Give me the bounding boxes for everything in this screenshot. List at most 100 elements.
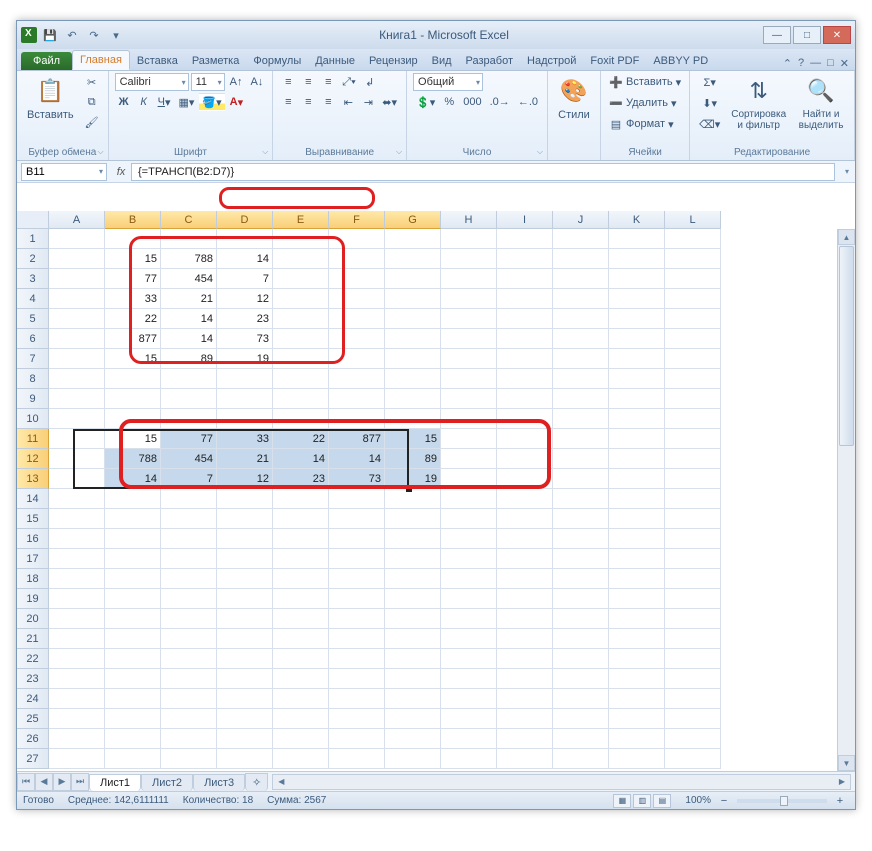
row-header-16[interactable]: 16 — [17, 529, 49, 549]
sort-filter-button[interactable]: ⇅ Сортировка и фильтр — [727, 73, 790, 133]
sheet-nav-first[interactable]: ⏮ — [17, 773, 35, 791]
percent-button[interactable]: % — [440, 93, 458, 111]
cell-F27[interactable] — [329, 749, 385, 769]
cell-A25[interactable] — [49, 709, 105, 729]
cell-C11[interactable]: 77 — [161, 429, 217, 449]
cell-J11[interactable] — [553, 429, 609, 449]
cell-E1[interactable] — [273, 229, 329, 249]
cell-B1[interactable] — [105, 229, 161, 249]
font-color-button[interactable]: A▾ — [227, 93, 246, 111]
cell-C7[interactable]: 89 — [161, 349, 217, 369]
cell-C20[interactable] — [161, 609, 217, 629]
hscroll-left[interactable]: ◀ — [273, 777, 289, 786]
cell-B12[interactable]: 788 — [105, 449, 161, 469]
cell-E3[interactable] — [273, 269, 329, 289]
cell-K10[interactable] — [609, 409, 665, 429]
row-header-5[interactable]: 5 — [17, 309, 49, 329]
cell-D12[interactable]: 21 — [217, 449, 273, 469]
cell-L7[interactable] — [665, 349, 721, 369]
cell-H11[interactable] — [441, 429, 497, 449]
help-icon[interactable]: ? — [798, 57, 804, 70]
cell-D4[interactable]: 12 — [217, 289, 273, 309]
column-header-D[interactable]: D — [217, 211, 273, 229]
cell-I21[interactable] — [497, 629, 553, 649]
cell-C23[interactable] — [161, 669, 217, 689]
cell-C19[interactable] — [161, 589, 217, 609]
dec-decimal-button[interactable]: ←.0 — [515, 93, 541, 111]
cell-E15[interactable] — [273, 509, 329, 529]
cell-J25[interactable] — [553, 709, 609, 729]
orientation-button[interactable]: ⤢▾ — [339, 73, 358, 91]
cell-C5[interactable]: 14 — [161, 309, 217, 329]
cell-E12[interactable]: 14 — [273, 449, 329, 469]
cell-D8[interactable] — [217, 369, 273, 389]
cell-C9[interactable] — [161, 389, 217, 409]
cell-F20[interactable] — [329, 609, 385, 629]
cell-J2[interactable] — [553, 249, 609, 269]
cell-H20[interactable] — [441, 609, 497, 629]
cell-B18[interactable] — [105, 569, 161, 589]
column-header-J[interactable]: J — [553, 211, 609, 229]
cell-L25[interactable] — [665, 709, 721, 729]
cell-D1[interactable] — [217, 229, 273, 249]
cell-H2[interactable] — [441, 249, 497, 269]
column-header-K[interactable]: K — [609, 211, 665, 229]
cell-A24[interactable] — [49, 689, 105, 709]
cell-D17[interactable] — [217, 549, 273, 569]
formula-bar[interactable]: {=ТРАНСП(B2:D7)} — [131, 163, 835, 181]
cell-E10[interactable] — [273, 409, 329, 429]
cell-C3[interactable]: 454 — [161, 269, 217, 289]
cell-L22[interactable] — [665, 649, 721, 669]
cell-C15[interactable] — [161, 509, 217, 529]
cell-F22[interactable] — [329, 649, 385, 669]
cell-H8[interactable] — [441, 369, 497, 389]
cell-F4[interactable] — [329, 289, 385, 309]
delete-cells-button[interactable]: ➖Удалить ▾ — [607, 94, 683, 112]
cell-G5[interactable] — [385, 309, 441, 329]
cell-H1[interactable] — [441, 229, 497, 249]
cell-D19[interactable] — [217, 589, 273, 609]
cell-L26[interactable] — [665, 729, 721, 749]
cell-F17[interactable] — [329, 549, 385, 569]
cell-B10[interactable] — [105, 409, 161, 429]
cell-B22[interactable] — [105, 649, 161, 669]
tab-file[interactable]: Файл — [21, 52, 72, 70]
column-header-C[interactable]: C — [161, 211, 217, 229]
number-format-combo[interactable]: Общий — [413, 73, 483, 91]
cell-A12[interactable] — [49, 449, 105, 469]
cell-E27[interactable] — [273, 749, 329, 769]
column-header-I[interactable]: I — [497, 211, 553, 229]
cell-D18[interactable] — [217, 569, 273, 589]
cell-E25[interactable] — [273, 709, 329, 729]
cell-A3[interactable] — [49, 269, 105, 289]
cell-K20[interactable] — [609, 609, 665, 629]
cell-J15[interactable] — [553, 509, 609, 529]
cell-B2[interactable]: 15 — [105, 249, 161, 269]
fx-icon[interactable]: fx — [111, 166, 131, 178]
view-normal-button[interactable]: ▦ — [613, 794, 631, 808]
cell-I1[interactable] — [497, 229, 553, 249]
cell-D7[interactable]: 19 — [217, 349, 273, 369]
cell-J13[interactable] — [553, 469, 609, 489]
row-header-21[interactable]: 21 — [17, 629, 49, 649]
cell-E6[interactable] — [273, 329, 329, 349]
cell-D5[interactable]: 23 — [217, 309, 273, 329]
cell-F12[interactable]: 14 — [329, 449, 385, 469]
cell-L19[interactable] — [665, 589, 721, 609]
cell-H13[interactable] — [441, 469, 497, 489]
cell-H24[interactable] — [441, 689, 497, 709]
doc-min-icon[interactable]: — — [810, 57, 821, 70]
cell-K9[interactable] — [609, 389, 665, 409]
cell-G17[interactable] — [385, 549, 441, 569]
zoom-slider[interactable] — [737, 799, 827, 803]
cell-J8[interactable] — [553, 369, 609, 389]
cell-E22[interactable] — [273, 649, 329, 669]
cell-J9[interactable] — [553, 389, 609, 409]
view-layout-button[interactable]: ▥ — [633, 794, 651, 808]
row-header-22[interactable]: 22 — [17, 649, 49, 669]
grow-font-button[interactable]: A↑ — [227, 73, 246, 91]
cell-H3[interactable] — [441, 269, 497, 289]
cell-G14[interactable] — [385, 489, 441, 509]
cell-F16[interactable] — [329, 529, 385, 549]
cell-A11[interactable] — [49, 429, 105, 449]
